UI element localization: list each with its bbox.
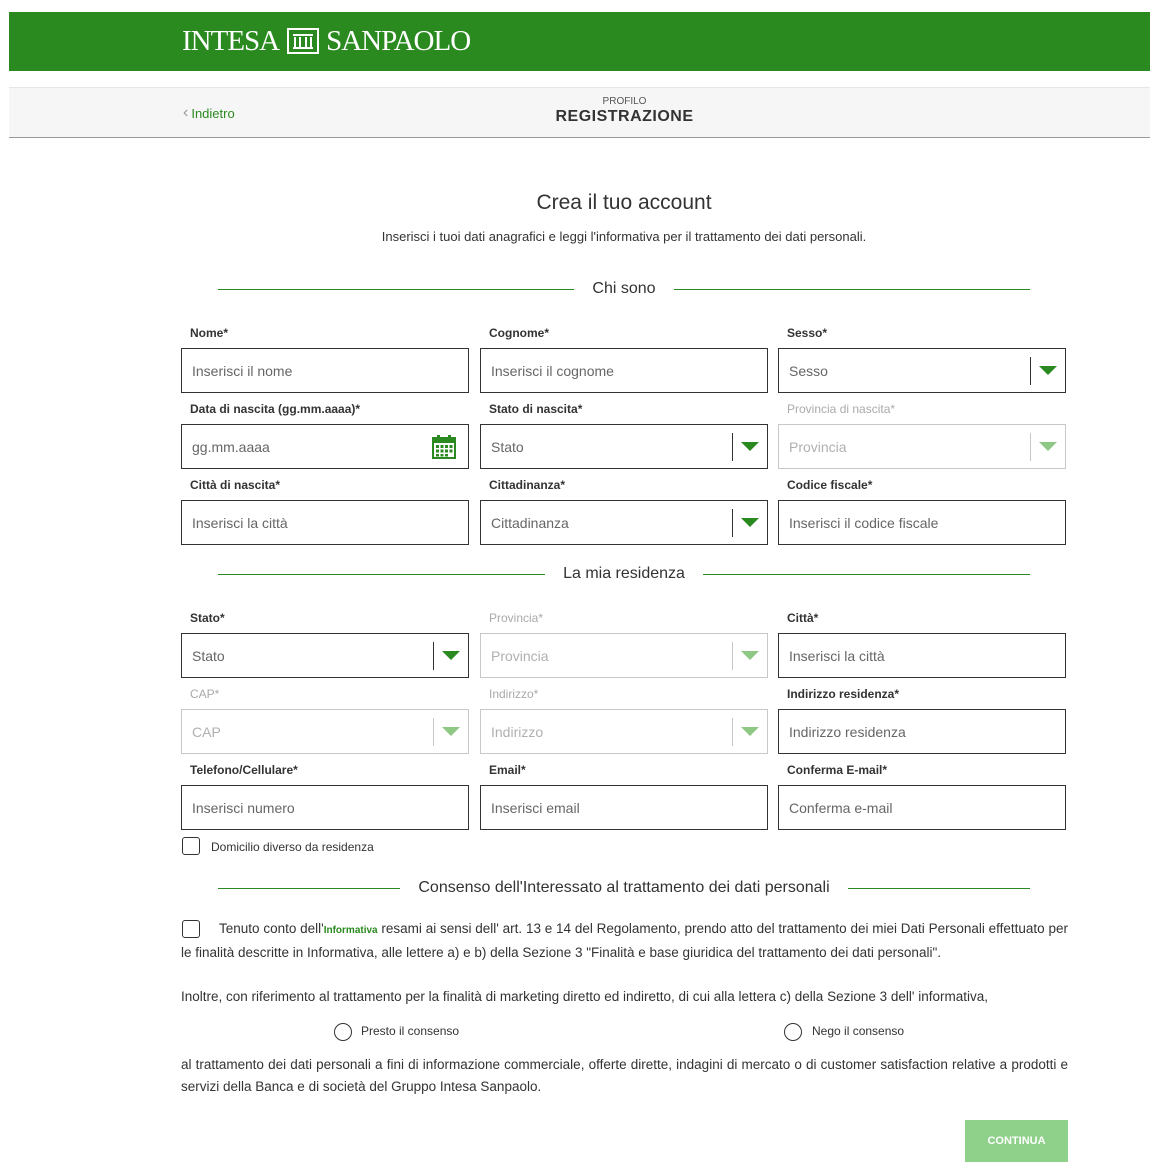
domicilio-checkbox-label: Domicilio diverso da residenza [211, 840, 374, 854]
indirizzo-residenza-placeholder: Indirizzo residenza [789, 724, 906, 740]
brand-name-left: INTESA [182, 24, 280, 57]
citta-nascita-label: Città di nascita* [190, 478, 281, 492]
nome-label: Nome* [190, 326, 229, 340]
email-input[interactable]: Inserisci email [480, 785, 768, 830]
codice-fiscale-label: Codice fiscale* [787, 478, 873, 492]
marketing-paragraph: Inoltre, con riferimento al trattamento … [181, 989, 988, 1004]
marketing-purpose-paragraph: al trattamento dei dati personali a fini… [181, 1057, 1068, 1094]
accept-consent-label: Presto il consenso [361, 1024, 460, 1038]
calendar-icon[interactable] [432, 435, 456, 464]
dropdown-arrow-icon[interactable] [1039, 442, 1057, 451]
email-placeholder: Inserisci email [491, 800, 580, 816]
indirizzo-placeholder: Indirizzo [491, 724, 544, 740]
citta-placeholder: Inserisci la città [789, 648, 885, 664]
continue-button[interactable]: CONTINUA [965, 1120, 1068, 1162]
cognome-input[interactable]: Inserisci il cognome [480, 348, 768, 393]
email-label: Email* [489, 763, 526, 777]
dropdown-arrow-icon[interactable] [741, 442, 759, 451]
citta-input[interactable]: Inserisci la città [778, 633, 1066, 678]
page-section-title: REGISTRAZIONE [555, 108, 694, 125]
stato-nascita-select[interactable]: Stato [480, 424, 768, 469]
deny-consent-radio[interactable] [784, 1023, 802, 1041]
section-title-residence: La mia residenza [563, 565, 685, 582]
telefono-label: Telefono/Cellulare* [190, 763, 298, 777]
sesso-label: Sesso* [787, 326, 828, 340]
cap-label: CAP* [190, 687, 220, 701]
brand-name-right: SANPAOLO [326, 24, 471, 57]
conferma-email-label: Conferma E-mail* [787, 763, 888, 777]
indirizzo-select[interactable]: Indirizzo [480, 709, 768, 754]
citta-nascita-placeholder: Inserisci la città [192, 515, 288, 531]
page-subtitle: Inserisci i tuoi dati anagrafici e leggi… [381, 229, 867, 244]
conferma-email-input[interactable]: Conferma e-mail [778, 785, 1066, 830]
provincia-nascita-label: Provincia di nascita* [787, 402, 896, 416]
dropdown-arrow-icon[interactable] [741, 518, 759, 527]
dropdown-arrow-icon[interactable] [741, 727, 759, 736]
section-title-who: Chi sono [592, 280, 656, 297]
indirizzo-residenza-label: Indirizzo residenza* [787, 687, 900, 701]
section-divider-residence: La mia residenza [218, 564, 1030, 584]
stato-label: Stato* [190, 611, 225, 625]
provincia-select[interactable]: Provincia [480, 633, 768, 678]
bank-building-icon [287, 28, 320, 54]
section-category: PROFILO [602, 96, 647, 107]
provincia-nascita-placeholder: Provincia [789, 439, 847, 455]
deny-consent-label: Nego il consenso [812, 1024, 905, 1038]
indirizzo-residenza-input[interactable]: Indirizzo residenza [778, 709, 1066, 754]
page-title: Crea il tuo account [536, 191, 712, 214]
provincia-nascita-select[interactable]: Provincia [778, 424, 1066, 469]
brand-header: INTESA SANPAOLO [9, 12, 1150, 71]
dropdown-arrow-icon[interactable] [442, 727, 460, 736]
cittadinanza-label: Cittadinanza* [489, 478, 566, 492]
provincia-placeholder: Provincia [491, 648, 549, 664]
dropdown-arrow-icon[interactable] [1039, 366, 1057, 375]
stato-placeholder: Stato [192, 648, 225, 664]
data-nascita-input[interactable]: gg.mm.aaaa [181, 424, 469, 469]
section-divider-who: Chi sono [218, 279, 1030, 299]
provincia-label: Provincia* [489, 611, 544, 625]
data-nascita-placeholder: gg.mm.aaaa [192, 439, 270, 455]
page-nav-bar: ‹ Indietro PROFILO REGISTRAZIONE [9, 87, 1150, 138]
codice-fiscale-input[interactable]: Inserisci il codice fiscale [778, 500, 1066, 545]
cittadinanza-select[interactable]: Cittadinanza [480, 500, 768, 545]
accept-consent-radio[interactable] [334, 1023, 352, 1041]
section-title-consent: Consenso dell'Interessato al trattamento… [418, 879, 830, 896]
sesso-placeholder: Sesso [789, 363, 828, 379]
informativa-link[interactable]: Informativa [324, 925, 378, 936]
telefono-placeholder: Inserisci numero [192, 800, 295, 816]
cittadinanza-placeholder: Cittadinanza [491, 515, 569, 531]
consent-paragraph: Tenuto conto dell'Informativa resami ai … [181, 921, 1068, 960]
cap-placeholder: CAP [192, 724, 221, 740]
stato-nascita-placeholder: Stato [491, 439, 524, 455]
cap-select[interactable]: CAP [181, 709, 469, 754]
cognome-label: Cognome* [489, 326, 549, 340]
citta-label: Città* [787, 611, 819, 625]
brand-logo: INTESA SANPAOLO [182, 24, 471, 57]
dropdown-arrow-icon[interactable] [741, 651, 759, 660]
cognome-placeholder: Inserisci il cognome [491, 363, 614, 379]
section-divider-consent: Consenso dell'Interessato al trattamento… [218, 878, 1031, 898]
indirizzo-label: Indirizzo* [489, 687, 539, 701]
nome-input[interactable]: Inserisci il nome [181, 348, 469, 393]
stato-nascita-label: Stato di nascita* [489, 402, 583, 416]
codice-fiscale-placeholder: Inserisci il codice fiscale [789, 515, 939, 531]
citta-nascita-input[interactable]: Inserisci la città [181, 500, 469, 545]
conferma-email-placeholder: Conferma e-mail [789, 800, 893, 816]
telefono-input[interactable]: Inserisci numero [181, 785, 469, 830]
nome-placeholder: Inserisci il nome [192, 363, 293, 379]
dropdown-arrow-icon[interactable] [442, 651, 460, 660]
sesso-select[interactable]: Sesso [778, 348, 1066, 393]
domicilio-checkbox[interactable] [182, 837, 200, 855]
stato-select[interactable]: Stato [181, 633, 469, 678]
data-nascita-label: Data di nascita (gg.mm.aaaa)* [190, 402, 361, 416]
